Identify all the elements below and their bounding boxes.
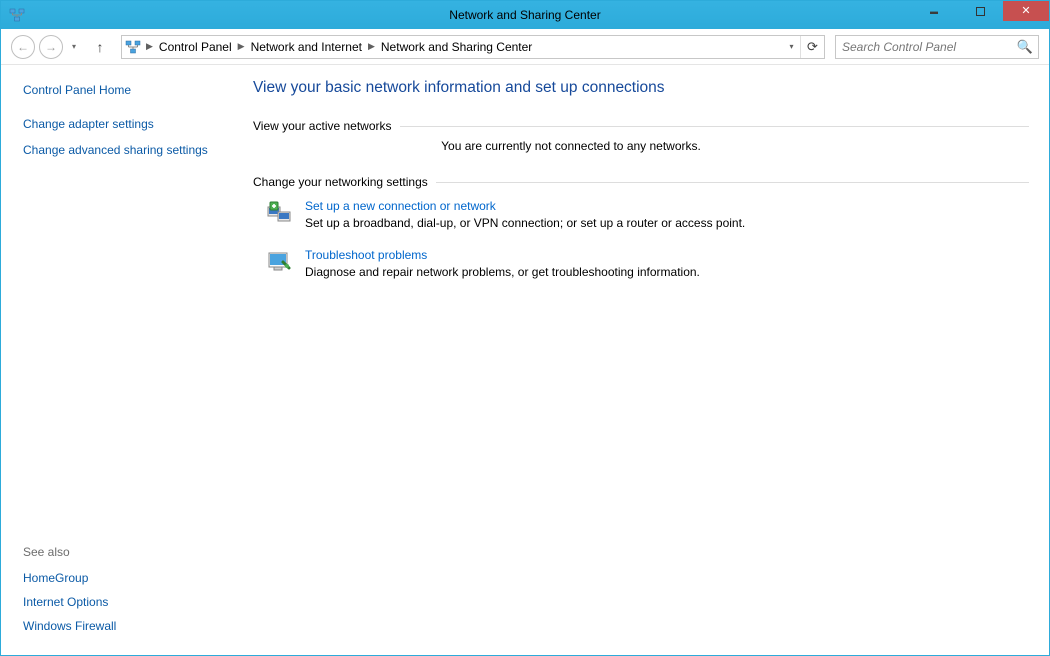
main-panel: View your basic network information and … <box>223 65 1049 655</box>
search-icon[interactable]: 🔍 <box>1012 39 1038 55</box>
setting-setup-connection: Set up a new connection or network Set u… <box>265 199 1029 230</box>
address-icon <box>122 39 144 55</box>
see-also-list: HomeGroup Internet Options Windows Firew… <box>23 571 213 643</box>
sidebar-task-advanced-sharing[interactable]: Change advanced sharing settings <box>23 143 213 159</box>
setup-connection-desc: Set up a broadband, dial-up, or VPN conn… <box>305 216 745 230</box>
refresh-button[interactable]: ⟳ <box>800 36 824 58</box>
see-also-homegroup[interactable]: HomeGroup <box>23 571 213 585</box>
address-dropdown[interactable]: ▾ <box>782 36 800 58</box>
content-area: Control Panel Home Change adapter settin… <box>1 65 1049 655</box>
divider <box>400 126 1029 127</box>
minimize-button[interactable] <box>911 1 957 21</box>
see-also-header: See also <box>23 545 213 559</box>
forward-button[interactable]: → <box>39 35 63 59</box>
troubleshoot-icon <box>265 248 293 276</box>
see-also-windows-firewall[interactable]: Windows Firewall <box>23 619 213 633</box>
troubleshoot-link[interactable]: Troubleshoot problems <box>305 248 700 262</box>
breadcrumb-item[interactable]: Network and Sharing Center <box>377 36 536 58</box>
app-icon <box>9 7 25 23</box>
back-button[interactable]: ← <box>11 35 35 59</box>
chevron-right-icon[interactable]: ▶ <box>144 41 155 52</box>
breadcrumb-item[interactable]: Network and Internet <box>247 36 366 58</box>
control-panel-home-link[interactable]: Control Panel Home <box>23 83 213 97</box>
search-input[interactable] <box>836 40 1012 54</box>
active-networks-section: View your active networks <box>253 119 1029 133</box>
sidebar: Control Panel Home Change adapter settin… <box>1 65 223 655</box>
titlebar: Network and Sharing Center <box>1 1 1049 29</box>
divider <box>436 182 1029 183</box>
up-button[interactable]: ↑ <box>89 36 111 58</box>
setup-connection-link[interactable]: Set up a new connection or network <box>305 199 745 213</box>
maximize-button[interactable] <box>957 1 1003 21</box>
search-box[interactable]: 🔍 <box>835 35 1039 59</box>
chevron-right-icon[interactable]: ▶ <box>236 41 247 52</box>
see-also-internet-options[interactable]: Internet Options <box>23 595 213 609</box>
window-title: Network and Sharing Center <box>1 8 1049 22</box>
chevron-right-icon[interactable]: ▶ <box>366 41 377 52</box>
history-dropdown[interactable]: ▾ <box>67 35 81 59</box>
setting-troubleshoot: Troubleshoot problems Diagnose and repai… <box>265 248 1029 279</box>
setup-connection-icon <box>265 199 293 227</box>
window-controls <box>911 1 1049 21</box>
page-heading: View your basic network information and … <box>253 79 1029 97</box>
breadcrumb-item[interactable]: Control Panel <box>155 36 236 58</box>
address-bar[interactable]: ▶ Control Panel ▶ Network and Internet ▶… <box>121 35 825 59</box>
troubleshoot-desc: Diagnose and repair network problems, or… <box>305 265 700 279</box>
sidebar-task-adapter[interactable]: Change adapter settings <box>23 117 213 133</box>
change-settings-section: Change your networking settings <box>253 175 1029 189</box>
toolbar: ← → ▾ ↑ ▶ Control Panel ▶ Network and In… <box>1 29 1049 65</box>
close-button[interactable] <box>1003 1 1049 21</box>
change-settings-label: Change your networking settings <box>253 175 428 189</box>
no-network-message: You are currently not connected to any n… <box>253 139 1029 153</box>
active-networks-label: View your active networks <box>253 119 392 133</box>
